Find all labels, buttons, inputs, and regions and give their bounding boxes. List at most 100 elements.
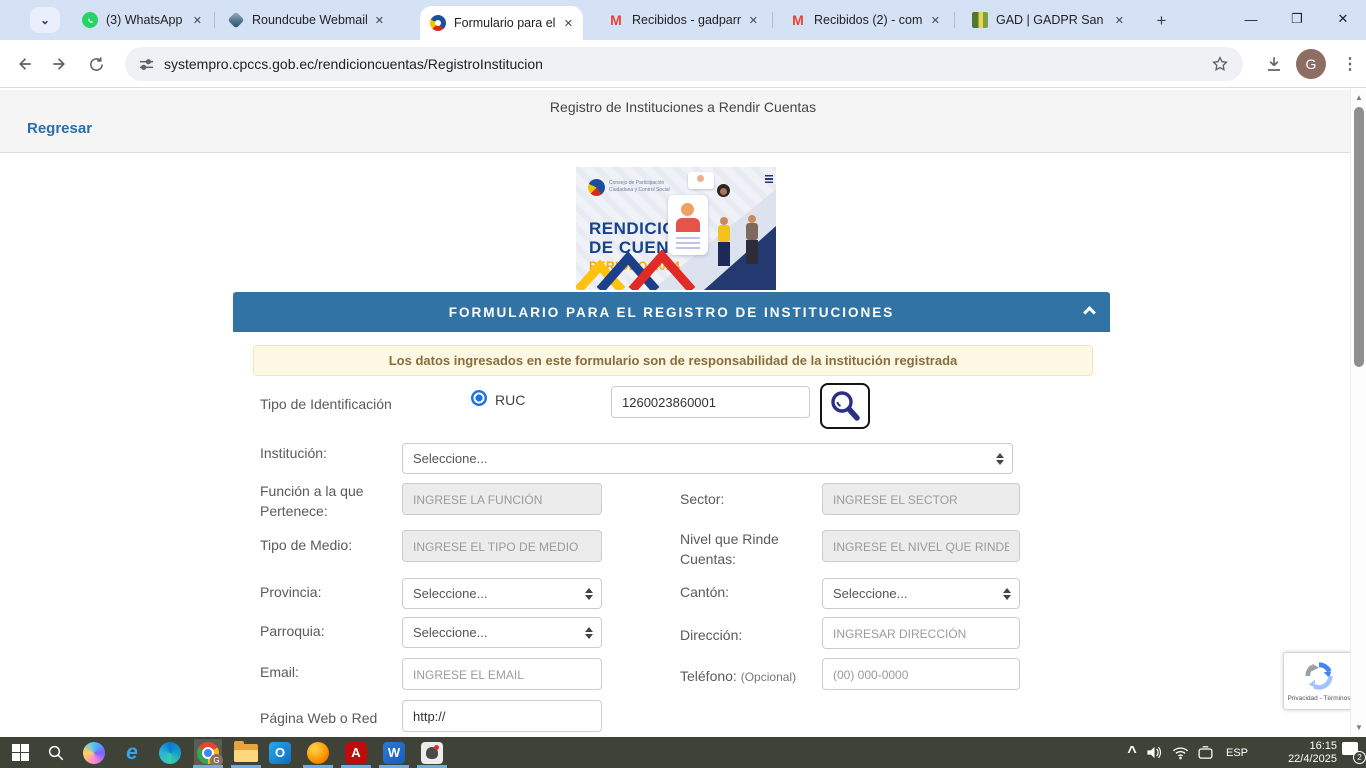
browser-tab-strip: ⌄ (3) WhatsApp ✕ Roundcube Webmail ✕ For…	[0, 0, 1366, 40]
close-icon[interactable]: ✕	[193, 14, 202, 27]
start-button[interactable]	[6, 739, 34, 766]
institucion-select[interactable]: Seleccione...	[402, 443, 1013, 474]
banner-menu-glyph	[765, 175, 773, 183]
close-icon: ✕	[1338, 11, 1349, 27]
close-icon[interactable]: ✕	[1115, 14, 1124, 27]
sector-input	[822, 483, 1020, 515]
provincia-selected-value: Seleccione...	[413, 586, 487, 601]
pagina-web-input[interactable]	[402, 700, 602, 732]
scroll-down-arrow[interactable]: ▼	[1351, 721, 1366, 735]
telefono-input[interactable]	[822, 658, 1020, 690]
collapse-chevron-icon[interactable]	[1083, 306, 1096, 319]
back-button[interactable]	[8, 48, 40, 80]
regresar-link[interactable]: Regresar	[27, 120, 92, 137]
back-arrow-icon	[15, 55, 33, 73]
forward-arrow-icon	[51, 55, 69, 73]
acrobat-icon[interactable]: A	[342, 739, 370, 766]
url-text[interactable]: systempro.cpccs.gob.ec/rendicioncuentas/…	[164, 56, 1201, 72]
refresh-button[interactable]	[80, 48, 112, 80]
browser-menu-button[interactable]: ⋮	[1338, 48, 1362, 80]
search-ruc-button[interactable]	[820, 383, 870, 429]
label-email: Email:	[260, 662, 299, 682]
firefox-icon[interactable]	[304, 739, 332, 766]
url-bar[interactable]: systempro.cpccs.gob.ec/rendicioncuentas/…	[125, 47, 1243, 81]
word-icon[interactable]: W	[380, 739, 408, 766]
page-scrollbar[interactable]: ▲ ▼	[1350, 89, 1366, 737]
tab-title: Formulario para el re	[454, 16, 556, 30]
site-settings-icon[interactable]	[139, 57, 154, 72]
label-provincia: Provincia:	[260, 582, 321, 602]
scrollbar-thumb[interactable]	[1354, 107, 1364, 367]
browser-toolbar: systempro.cpccs.gob.ec/rendicioncuentas/…	[0, 40, 1366, 88]
bookmark-star-icon[interactable]	[1211, 55, 1229, 73]
minimize-button[interactable]: —	[1228, 0, 1274, 38]
tipo-medio-input	[402, 530, 602, 562]
form-panel-header[interactable]: FORMULARIO PARA EL REGISTRO DE INSTITUCI…	[233, 292, 1110, 332]
downloads-button[interactable]	[1258, 48, 1290, 80]
minimize-icon: —	[1245, 12, 1258, 27]
recaptcha-icon	[1304, 661, 1334, 691]
windows-logo-icon	[12, 744, 29, 761]
language-indicator[interactable]: ESP	[1226, 737, 1248, 768]
copilot-icon[interactable]	[80, 739, 108, 766]
email-input[interactable]	[402, 658, 602, 690]
tab-search-button[interactable]: ⌄	[30, 7, 60, 33]
canton-select[interactable]: Seleccione...	[822, 578, 1020, 609]
ruc-number-input[interactable]	[611, 386, 810, 418]
outlook-icon[interactable]: O	[266, 739, 294, 766]
profile-avatar[interactable]: G	[1296, 49, 1326, 79]
direccion-input[interactable]	[822, 617, 1020, 649]
select-arrows-icon	[996, 453, 1004, 465]
download-icon	[1265, 55, 1283, 73]
three-dots-icon: ⋮	[1342, 54, 1358, 74]
tray-clock[interactable]: 16:15 22/4/2025	[1262, 740, 1337, 766]
new-tab-button[interactable]: +	[1148, 7, 1175, 34]
institucion-selected-value: Seleccione...	[413, 451, 487, 466]
notification-center-button[interactable]: 2	[1342, 742, 1362, 762]
cpccs-logo	[588, 179, 605, 196]
chrome-icon: G	[197, 742, 219, 764]
tab-whatsapp[interactable]: (3) WhatsApp ✕	[72, 0, 212, 40]
notification-count-badge: 2	[1353, 751, 1366, 764]
java-app-icon[interactable]	[418, 739, 446, 766]
close-icon[interactable]: ✕	[749, 14, 758, 27]
banner-chevrons	[576, 250, 696, 290]
close-icon[interactable]: ✕	[375, 14, 384, 27]
wifi-icon[interactable]	[1172, 737, 1189, 768]
label-sector: Sector:	[680, 489, 724, 509]
edge-icon[interactable]	[156, 739, 184, 766]
close-icon[interactable]: ✕	[931, 14, 940, 27]
scroll-up-arrow[interactable]: ▲	[1351, 91, 1366, 105]
recaptcha-terms[interactable]: Privacidad - Términos	[1284, 695, 1354, 702]
display-connect-icon[interactable]	[1197, 737, 1214, 768]
label-pagina-web: Página Web o Red	[260, 708, 377, 728]
taskbar-search-button[interactable]	[42, 739, 70, 766]
tab-gad[interactable]: GAD | GADPR San Jua ✕	[962, 0, 1134, 40]
tray-date: 22/4/2025	[1262, 753, 1337, 766]
responsibility-alert: Los datos ingresados en este formulario …	[253, 345, 1093, 376]
forward-button[interactable]	[44, 48, 76, 80]
close-window-button[interactable]: ✕	[1320, 0, 1366, 38]
chrome-taskbar-icon[interactable]: G	[194, 739, 222, 766]
whatsapp-icon	[82, 12, 98, 28]
tab-title: GAD | GADPR San Jua	[996, 13, 1107, 27]
tab-separator	[214, 12, 215, 28]
tab-gmail-2[interactable]: M Recibidos (2) - comp ✕	[780, 0, 950, 40]
file-explorer-icon[interactable]	[232, 739, 260, 766]
tab-gmail-1[interactable]: M Recibidos - gadparro ✕	[598, 0, 768, 40]
tray-expand-button[interactable]: ^	[1122, 737, 1142, 768]
gad-favicon	[972, 12, 988, 28]
label-canton: Cantón:	[680, 582, 729, 602]
provincia-select[interactable]: Seleccione...	[402, 578, 602, 609]
volume-icon[interactable]	[1146, 737, 1163, 768]
tab-formulario-active[interactable]: Formulario para el re ✕	[420, 6, 583, 40]
parroquia-select[interactable]: Seleccione...	[402, 617, 602, 648]
close-icon[interactable]: ✕	[564, 17, 573, 30]
label-tipo-identificacion: Tipo de Identificación	[260, 394, 392, 414]
tab-roundcube[interactable]: Roundcube Webmail ✕	[218, 0, 394, 40]
label-telefono: Teléfono: (Opcional)	[680, 666, 796, 687]
search-icon	[828, 389, 862, 423]
internet-explorer-icon[interactable]: e	[118, 739, 146, 766]
ruc-radio[interactable]	[471, 390, 487, 406]
restore-button[interactable]: ❐	[1274, 0, 1320, 38]
